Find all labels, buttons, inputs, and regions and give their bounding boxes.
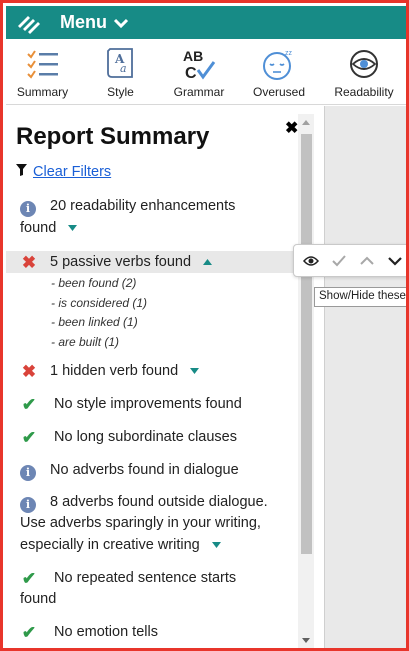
check-icon: ✔	[21, 623, 37, 642]
readability-eye-icon	[346, 45, 382, 83]
overused-tool-label: Overused	[252, 85, 306, 99]
check-icon: ✔	[21, 428, 37, 447]
caret-down-icon[interactable]	[68, 217, 78, 238]
eye-icon[interactable]	[302, 252, 320, 270]
check-icon: ✔	[21, 395, 37, 414]
style-tool-button[interactable]: A a Style	[79, 39, 162, 105]
summary-tool-button[interactable]: Summary	[6, 39, 79, 105]
document-pane	[325, 106, 406, 648]
tooltip: Show/Hide these	[314, 287, 406, 307]
grammar-abc-icon: AB C	[181, 45, 217, 83]
example-item[interactable]: - are built (1)	[6, 333, 298, 353]
style-tool-label: Style	[107, 85, 134, 99]
pane-divider[interactable]	[314, 106, 325, 648]
overused-tool-button[interactable]: zz Overused	[236, 39, 322, 105]
clear-filters-row: Clear Filters	[16, 164, 111, 180]
list-item: ✔ No style improvements found	[6, 394, 298, 415]
item-text: No repeated sentence starts	[54, 570, 237, 586]
item-text-cont: especially in creative writing	[20, 537, 200, 553]
check-icon: ✔	[21, 569, 37, 588]
error-x-icon: ✖	[21, 362, 37, 381]
menu-button[interactable]: Menu	[60, 12, 107, 33]
list-item: ✔ No repeated sentence starts found	[6, 568, 298, 610]
issue-action-bar	[293, 244, 406, 277]
panel-scrollbar[interactable]	[298, 114, 314, 648]
overused-sleepy-face-icon: zz	[261, 45, 297, 83]
info-icon: i	[20, 200, 36, 217]
filter-icon	[16, 164, 27, 180]
summary-list-icon	[26, 45, 60, 83]
app-logo-icon[interactable]	[16, 12, 46, 34]
top-menu-bar: Menu	[6, 6, 406, 39]
item-text: 1 hidden verb found	[50, 363, 179, 379]
list-item: i 20 readability enhancements found	[6, 196, 298, 239]
svg-text:AB: AB	[183, 48, 203, 64]
item-text: 5 passive verbs found	[50, 254, 192, 270]
list-item: ✖ 1 hidden verb found	[6, 360, 298, 382]
list-item: ✔ No emotion tells	[6, 622, 298, 643]
style-scroll-icon: A a	[104, 45, 138, 83]
list-item[interactable]: ✖ 5 passive verbs found	[6, 251, 295, 273]
passive-examples-list: - been found (2) - is considered (1) - b…	[6, 274, 298, 352]
clear-filters-link[interactable]: Clear Filters	[33, 164, 111, 180]
panel-title: Report Summary	[16, 123, 210, 150]
error-x-icon: ✖	[21, 253, 37, 272]
item-text: 20 readability enhancements	[50, 198, 236, 214]
svg-text:a: a	[120, 62, 127, 75]
grammar-tool-label: Grammar	[173, 85, 225, 99]
item-text: No long subordinate clauses	[54, 429, 237, 445]
report-summary-panel: Report Summary ✖ Clear Filters i 20 reada…	[6, 106, 298, 648]
item-text: No emotion tells	[54, 624, 158, 640]
app-frame: Menu Summary A a Style AB C Grammar zz O…	[0, 0, 409, 651]
caret-down-icon[interactable]	[211, 534, 221, 555]
info-icon: i	[20, 496, 36, 513]
svg-text:zz: zz	[285, 50, 293, 57]
caret-down-icon[interactable]	[190, 360, 200, 381]
item-text-cont: found	[20, 220, 57, 236]
list-item: i 8 adverbs found outside dialogue. Use a…	[6, 492, 298, 556]
item-text: No style improvements found	[54, 396, 242, 412]
example-item[interactable]: - been linked (1)	[6, 313, 298, 333]
item-text-cont: Use adverbs sparingly in your writing,	[20, 515, 261, 531]
list-item: i No adverbs found in dialogue	[6, 460, 298, 481]
accept-check-icon[interactable]	[330, 252, 348, 270]
chevron-up-icon[interactable]	[358, 252, 376, 270]
svg-text:C: C	[185, 65, 197, 82]
report-toolbar: Summary A a Style AB C Grammar zz Overus…	[6, 39, 406, 105]
item-text-cont: found	[20, 591, 57, 607]
item-text: 8 adverbs found outside dialogue.	[50, 494, 268, 510]
info-icon: i	[20, 464, 36, 481]
scroll-up-arrow-icon[interactable]	[302, 120, 310, 125]
example-item[interactable]: - is considered (1)	[6, 294, 298, 314]
summary-tool-label: Summary	[16, 85, 69, 99]
readability-tool-button[interactable]: Readability	[322, 39, 406, 105]
list-item: ✔ No long subordinate clauses	[6, 427, 298, 448]
chevron-down-icon[interactable]	[386, 252, 404, 270]
scroll-thumb[interactable]	[301, 134, 312, 554]
scroll-down-arrow-icon[interactable]	[302, 638, 310, 643]
chevron-down-icon[interactable]	[113, 17, 129, 29]
example-item[interactable]: - been found (2)	[6, 274, 298, 294]
close-icon[interactable]: ✖	[285, 118, 298, 138]
caret-up-icon[interactable]	[203, 251, 213, 272]
readability-tool-label: Readability	[334, 85, 394, 99]
grammar-tool-button[interactable]: AB C Grammar	[162, 39, 236, 105]
item-text: No adverbs found in dialogue	[50, 462, 239, 478]
